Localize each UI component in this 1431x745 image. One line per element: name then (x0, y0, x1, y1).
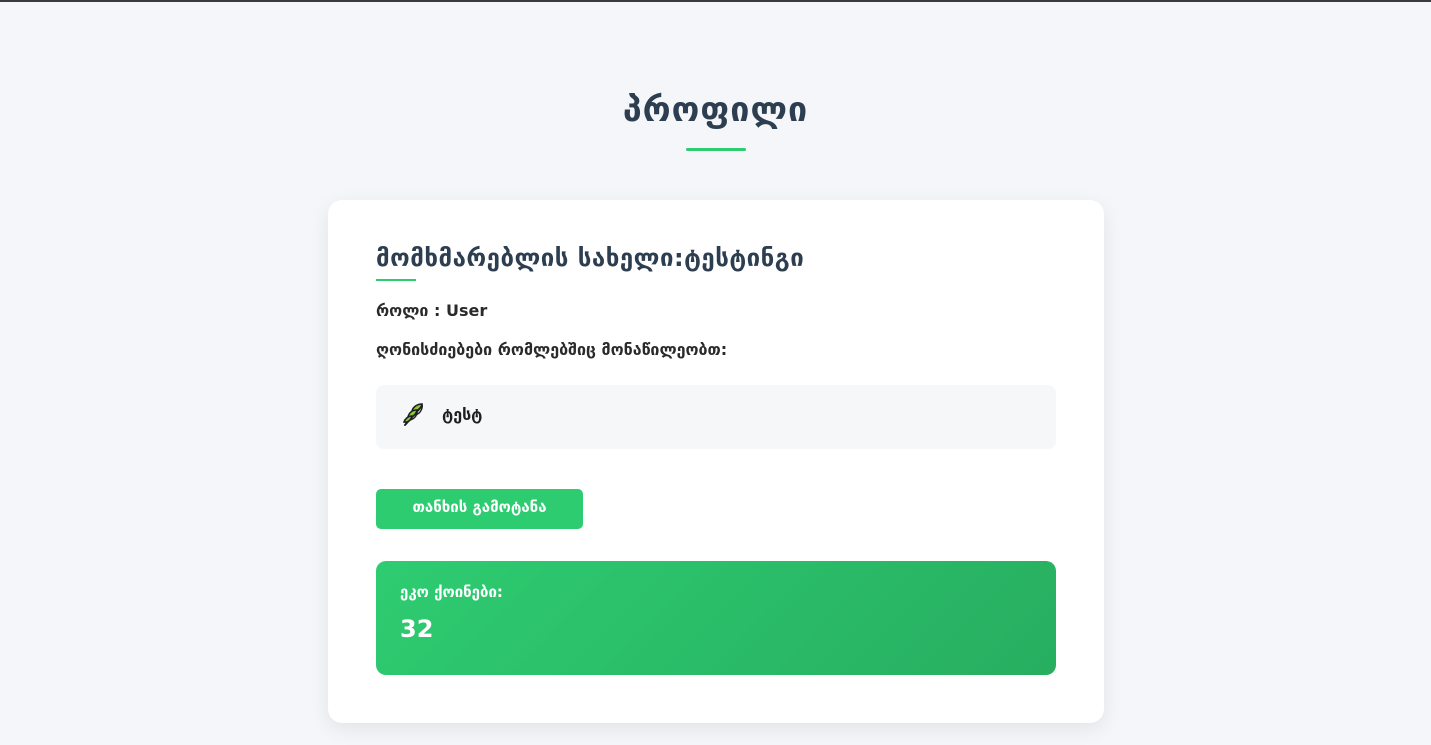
events-heading: ღონისძიებები რომლებშიც მონაწილეობთ: (376, 340, 728, 359)
page-title: პროფილი (622, 90, 809, 130)
leaf-icon (400, 400, 428, 428)
event-list-item[interactable]: ტესტ (376, 385, 1056, 449)
username-heading: მომხმარებლის სახელი:ტესტინგი (376, 244, 805, 272)
eco-points-value: 32 (400, 615, 434, 643)
eco-points-label: ეკო ქოინები: (400, 583, 503, 601)
withdraw-button[interactable]: თანხის გამოტანა (376, 489, 583, 529)
profile-card: მომხმარებლის სახელი:ტესტინგი როლი : User… (328, 200, 1104, 723)
title-underline (686, 148, 746, 151)
top-border (0, 0, 1431, 2)
username-underline (376, 279, 416, 281)
role-text: როლი : User (376, 301, 488, 320)
eco-points-box: ეკო ქოინები: 32 (376, 561, 1056, 675)
event-label: ტესტ (442, 405, 483, 424)
